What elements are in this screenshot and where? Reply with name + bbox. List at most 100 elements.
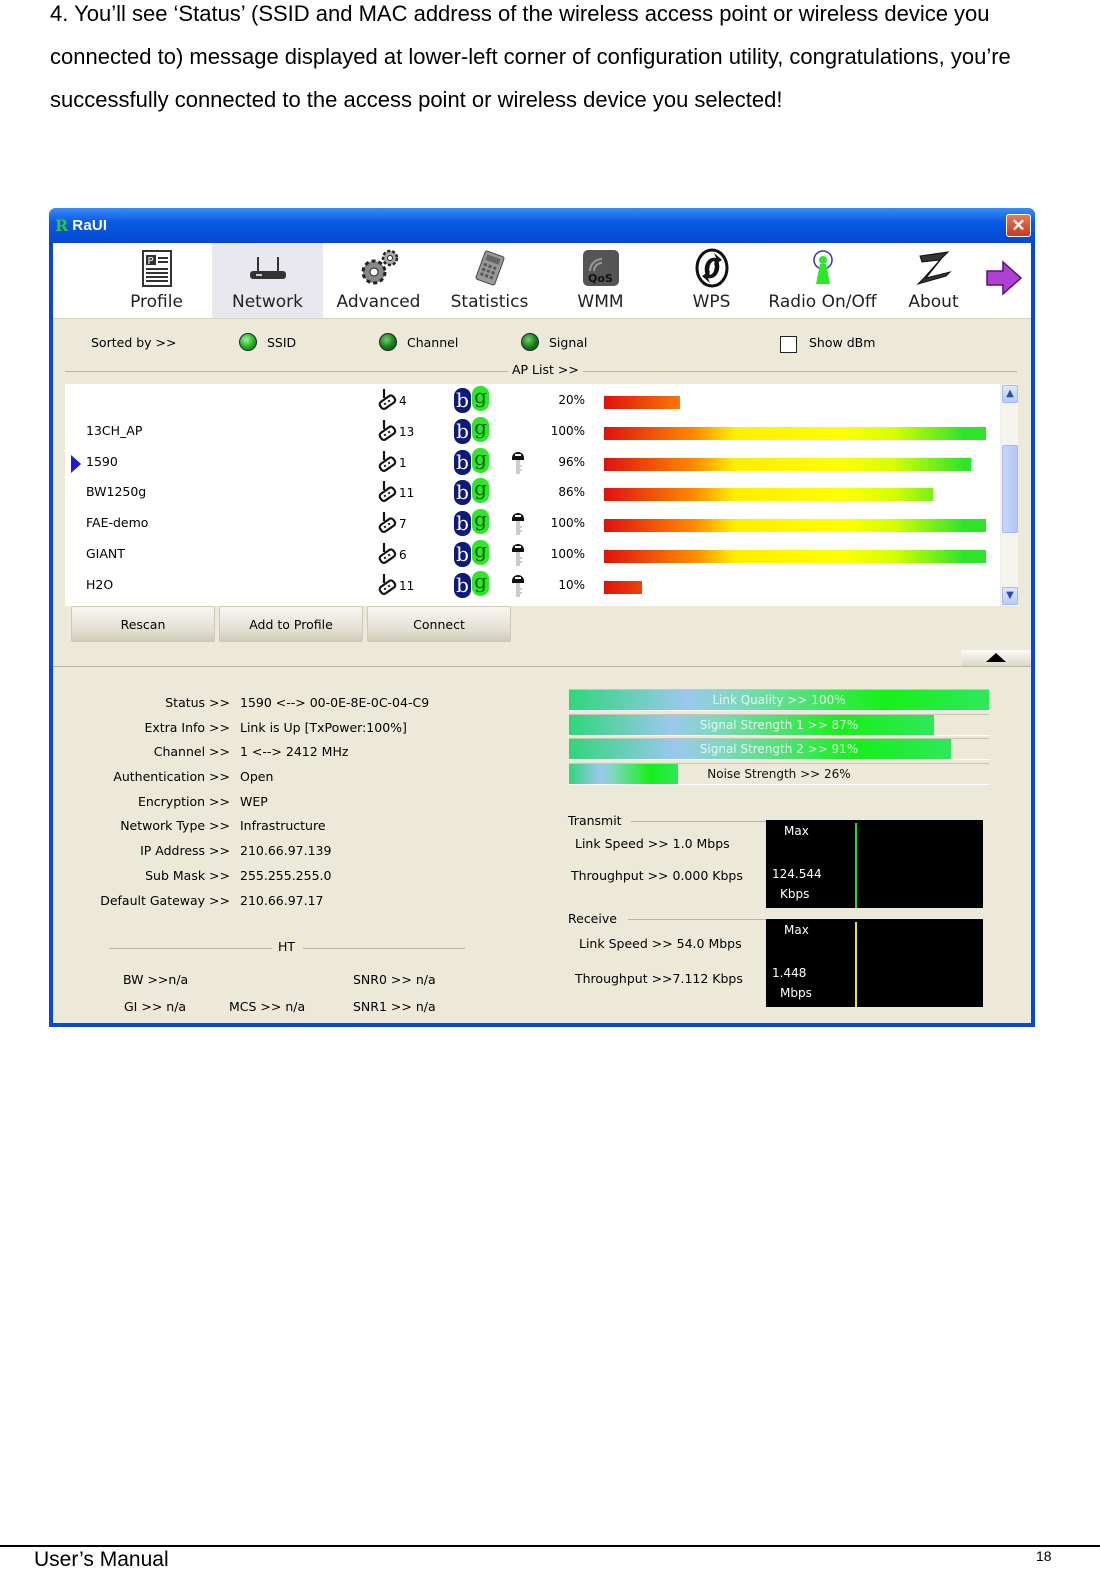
toolbar-about[interactable]: About [878, 243, 989, 318]
sort-channel-option[interactable]: Channel [379, 333, 458, 351]
ap-signal-bar [604, 457, 971, 471]
graph-max-label: Max [784, 824, 809, 838]
channel-icon [378, 450, 398, 472]
mode-g-icon: g [472, 540, 489, 565]
transmit-title: Transmit [568, 813, 628, 828]
toolbar-profile[interactable]: P Profile [101, 243, 212, 318]
ap-list-row[interactable]: H2O 11 b g 10% [65, 570, 1000, 601]
ht-snr0: SNR0 >> n/a [353, 972, 436, 987]
ap-list-row[interactable]: BW1250g 11 b g 86% [65, 477, 1000, 508]
graph-unit: Mbps [780, 986, 812, 1000]
info-row: Status >> 1590 <--> 00-0E-8E-0C-04-C9 [53, 691, 473, 716]
svg-text:QoS: QoS [588, 272, 613, 285]
receive-link-speed: Link Speed >> 54.0 Mbps [579, 936, 742, 951]
title-bar[interactable]: R RaUI ✕ [49, 208, 1035, 243]
arrow-right-icon[interactable] [985, 259, 1023, 297]
antenna-icon [801, 246, 845, 290]
about-icon [912, 246, 956, 290]
mode-b-icon: b [454, 511, 471, 537]
collapse-button[interactable] [961, 650, 1031, 666]
ap-list-row[interactable]: 13CH_AP 13 b g 100% [65, 416, 1000, 447]
close-button[interactable]: ✕ [1006, 214, 1031, 237]
info-row: Channel >> 1 <--> 2412 MHz [53, 740, 473, 765]
qos-icon: QoS [579, 246, 623, 290]
mode-g-icon: g [472, 386, 489, 411]
toolbar-advanced[interactable]: Advanced [323, 243, 434, 318]
ap-ssid: 1590 [86, 453, 118, 469]
toolbar-network[interactable]: Network [212, 243, 323, 318]
toolbar-wmm[interactable]: QoS WMM [545, 243, 656, 318]
info-row: Sub Mask >> 255.255.255.0 [53, 864, 473, 889]
ap-list-row[interactable]: FAE-demo 7 b g 100% [65, 508, 1000, 539]
ap-ssid: H2O [86, 576, 114, 592]
info-row: Network Type >> Infrastructure [53, 814, 473, 839]
info-row: Default Gateway >> 210.66.97.17 [53, 889, 473, 914]
ap-action-buttons: Rescan Add to Profile Connect [71, 606, 511, 642]
ap-list-row[interactable]: 1590 1 b g 96% [65, 447, 1000, 478]
transmit-graph-line [855, 823, 857, 908]
scroll-up-icon[interactable]: ▲ [1002, 385, 1018, 403]
rescan-button[interactable]: Rescan [71, 606, 215, 642]
ap-signal-text: 20% [558, 393, 585, 407]
ap-signal-text: 96% [558, 454, 585, 469]
info-key: Extra Info >> [144, 719, 230, 735]
info-row: IP Address >> 210.66.97.139 [53, 839, 473, 864]
channel-icon [378, 511, 398, 534]
info-row: Encryption >> WEP [53, 790, 473, 815]
ip-address-value: 210.66.97.139 [240, 843, 332, 859]
ht-title: HT [278, 939, 296, 954]
ht-mcs: MCS >> n/a [229, 999, 306, 1014]
toolbar-label: Radio On/Off [768, 292, 877, 312]
ap-signal-text: 100% [550, 547, 585, 561]
ap-ssid: BW1250g [86, 484, 147, 500]
mode-b-icon: b [454, 418, 471, 444]
key-icon [511, 541, 525, 567]
ap-list: 4 b g 20% 13CH_AP 13 b g 100% 1590 1 b g 96% BW1250g 11… [65, 384, 1018, 606]
toolbar-radio[interactable]: Radio On/Off [767, 243, 878, 318]
section-divider [53, 666, 1031, 667]
transmit-graph: Max 124.544 Kbps [766, 820, 983, 908]
signal-strength-2-meter: Signal Strength 2 >> 91% [569, 738, 989, 761]
ap-channel: 4 [399, 394, 407, 408]
ap-list-row[interactable]: 4 b g 20% [65, 385, 1000, 416]
sort-option-label: Signal [549, 334, 588, 350]
ap-channel: 11 [399, 578, 415, 593]
add-to-profile-button[interactable]: Add to Profile [219, 606, 363, 642]
mode-g-icon: g [472, 447, 489, 473]
toolbar-label: Network [232, 292, 303, 312]
key-icon [511, 510, 525, 536]
toolbar-wps[interactable]: WPS [656, 243, 767, 318]
ap-list-row[interactable]: GIANT 6 b g 100% [65, 539, 1000, 570]
sort-signal-option[interactable]: Signal [521, 333, 587, 351]
ap-signal-bar [604, 488, 933, 502]
svg-text:P: P [147, 256, 153, 267]
radio-icon [239, 333, 257, 351]
ht-divider-right [303, 948, 465, 949]
ht-bw: BW >>n/a [123, 972, 189, 987]
toolbar-label: Advanced [336, 292, 421, 312]
connect-button[interactable]: Connect [367, 606, 511, 642]
info-key: Channel >> [153, 744, 230, 760]
sub-mask-value: 255.255.255.0 [240, 867, 332, 883]
mode-g-icon: g [472, 416, 489, 442]
ap-channel: 1 [399, 455, 407, 470]
scroll-thumb[interactable] [1002, 445, 1018, 533]
ap-ssid: GIANT [86, 546, 125, 561]
toolbar-statistics[interactable]: Statistics [434, 243, 545, 318]
mode-b-icon: b [454, 480, 471, 506]
ap-list-scrollbar[interactable]: ▲ ▼ [1000, 384, 1018, 606]
ap-channel: 6 [399, 548, 407, 562]
scroll-down-icon[interactable]: ▼ [1002, 587, 1018, 605]
show-dbm-checkbox[interactable] [780, 336, 797, 353]
info-key: Authentication >> [113, 769, 230, 785]
footer-rule [0, 1545, 1100, 1547]
mode-g-icon: g [472, 570, 489, 596]
sort-ssid-option[interactable]: SSID [239, 333, 296, 351]
sort-option-label: SSID [267, 334, 297, 350]
transmit-link-speed: Link Speed >> 1.0 Mbps [575, 836, 730, 851]
authentication-value: Open [240, 769, 274, 785]
ap-signal-text: 86% [558, 485, 585, 500]
receive-title: Receive [568, 911, 623, 926]
ap-channel: 13 [399, 424, 415, 439]
ap-signal-bar [604, 426, 986, 440]
